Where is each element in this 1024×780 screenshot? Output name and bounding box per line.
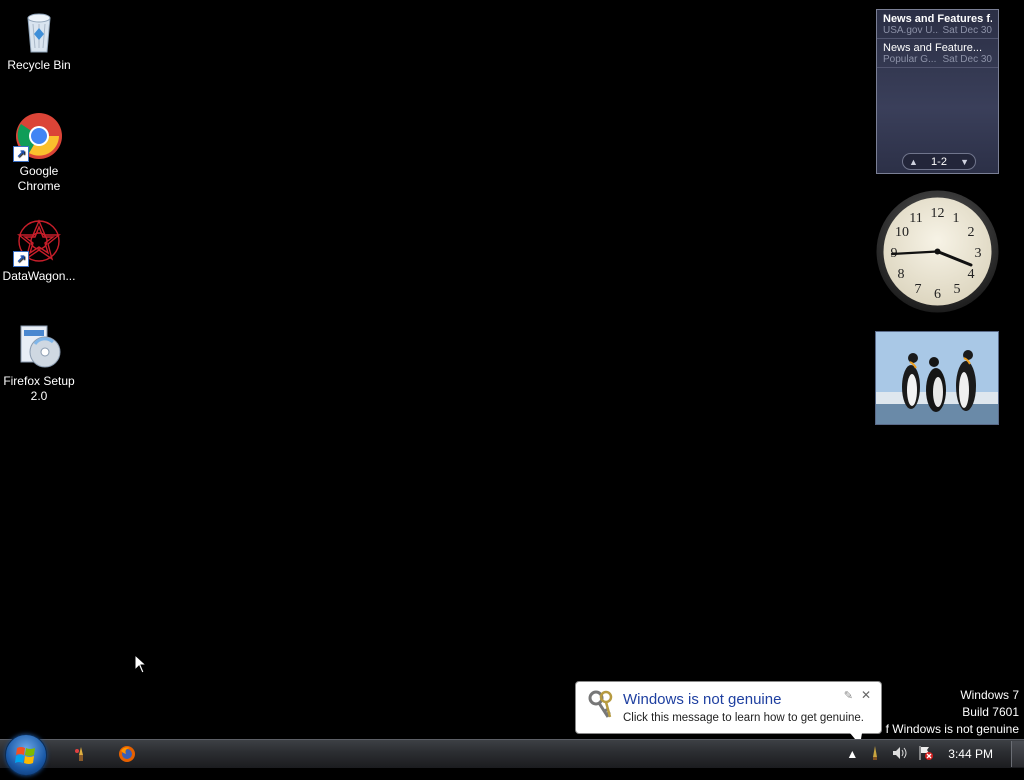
shortcut-arrow-icon: ↗ (13, 251, 29, 267)
svg-text:7: 7 (915, 282, 922, 297)
svg-text:10: 10 (895, 225, 909, 240)
taskbar-clock[interactable]: 3:44 PM (948, 747, 993, 761)
watermark-line-os: Windows 7 (960, 688, 1019, 702)
action-center-flag-icon[interactable] (918, 745, 934, 764)
feed-item-source: USA.gov U... (883, 25, 939, 36)
notification-title: Windows is not genuine (623, 691, 782, 708)
svg-text:1: 1 (953, 211, 960, 226)
feed-pager: ▲ 1-2 ▼ (902, 153, 976, 170)
mouse-pointer-icon (134, 653, 148, 679)
svg-text:11: 11 (909, 211, 922, 226)
feed-next-icon[interactable]: ▼ (960, 157, 969, 167)
feed-item-date: Sat Dec 30 (942, 25, 992, 36)
desktop-icon-recycle-bin[interactable]: Recycle Bin (0, 6, 78, 73)
firefox-icon[interactable] (118, 745, 136, 763)
desktop-icon-label: DataWagon... (2, 269, 76, 283)
start-button[interactable] (5, 734, 47, 776)
volume-icon[interactable] (892, 746, 908, 763)
genuine-warning-icon[interactable] (868, 745, 882, 764)
feed-item-title: News and Features f... (883, 13, 992, 25)
penguins-photo (876, 332, 998, 424)
watermark-line-build: Build 7601 (962, 705, 1019, 719)
windows-logo-icon (15, 747, 35, 764)
feed-item-title: News and Feature... (883, 42, 983, 54)
svg-text:6: 6 (934, 287, 941, 302)
analog-clock-face: 12 1 2 3 4 5 6 7 8 9 10 11 (876, 190, 999, 313)
paint-icon[interactable] (72, 745, 90, 763)
show-desktop-button[interactable] (1011, 741, 1024, 767)
desktop-icon-firefox-setup[interactable]: Firefox Setup 2.0 (0, 322, 78, 404)
watermark-line-genuine: f Windows is not genuine (885, 722, 1019, 736)
feed-item[interactable]: News and Feature... Popular G... Sat Dec… (877, 39, 998, 68)
chrome-icon: ↗ (13, 112, 63, 162)
feed-page-indicator: 1-2 (931, 155, 947, 168)
system-tray: ▲ 3:44 PM (836, 740, 1024, 768)
shortcut-arrow-icon: ↗ (13, 146, 29, 162)
desktop-icon-datawagon[interactable]: ↗ DataWagon... (0, 217, 78, 284)
not-genuine-notification[interactable]: Windows is not genuine Click this messag… (575, 681, 882, 745)
svg-text:5: 5 (954, 282, 961, 297)
notification-options-icon[interactable]: ✎ (844, 689, 853, 702)
close-icon[interactable]: ✕ (861, 688, 871, 702)
keys-icon (586, 689, 618, 721)
feed-item-date: Sat Dec 30 (942, 54, 992, 65)
desktop-icon-label: Google Chrome (17, 164, 61, 193)
desktop-icon-label: Firefox Setup 2.0 (3, 374, 75, 403)
installer-icon (15, 322, 63, 370)
feed-prev-icon[interactable]: ▲ (909, 157, 918, 167)
svg-text:12: 12 (931, 206, 945, 221)
notification-message: Click this message to learn how to get g… (623, 712, 864, 724)
feed-headlines-gadget[interactable]: News and Features f... USA.gov U... Sat … (876, 9, 999, 174)
desktop-icon-label: Recycle Bin (7, 58, 71, 72)
recycle-bin-icon (15, 6, 63, 54)
svg-text:3: 3 (975, 246, 982, 261)
show-hidden-icons-arrow-icon[interactable]: ▲ (846, 747, 858, 761)
taskbar: ▲ 3:44 PM (0, 734, 1024, 776)
svg-text:4: 4 (968, 267, 975, 282)
clock-gadget[interactable]: 12 1 2 3 4 5 6 7 8 9 10 11 (876, 190, 999, 313)
feed-item-source: Popular G... (883, 54, 937, 65)
feed-item[interactable]: News and Features f... USA.gov U... Sat … (877, 10, 998, 39)
svg-text:8: 8 (898, 267, 905, 282)
datawagon-icon: ↗ (13, 217, 63, 267)
desktop-icon-google-chrome[interactable]: ↗ Google Chrome (0, 112, 78, 194)
slideshow-gadget[interactable] (875, 331, 999, 425)
windows-watermark: Windows 7 Build 7601 f Windows is not ge… (886, 687, 1019, 738)
svg-text:2: 2 (968, 225, 975, 240)
